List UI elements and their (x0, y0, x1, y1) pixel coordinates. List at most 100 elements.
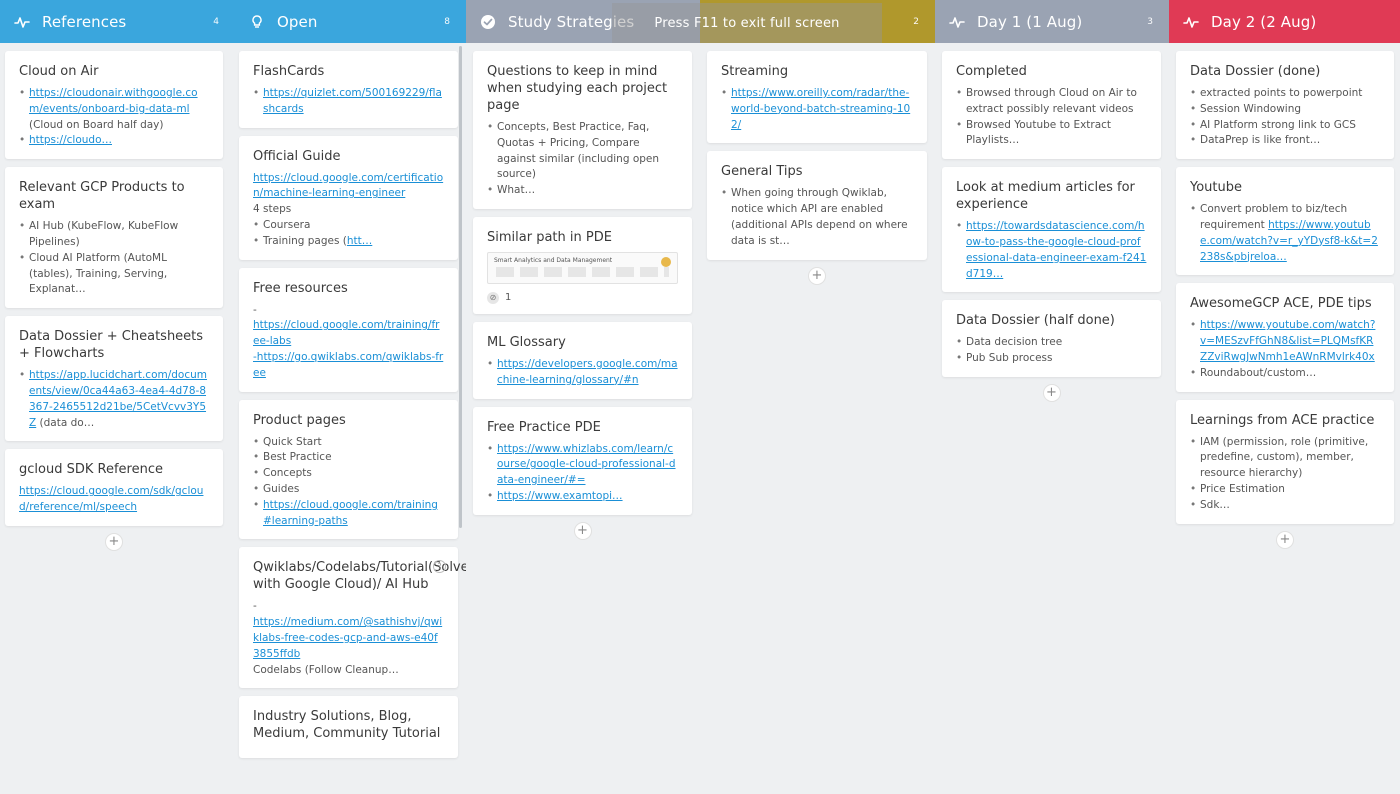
column-body: Cloud on Air https://cloudonair.withgoogl… (0, 43, 235, 794)
card-link[interactable]: -https://go.qwiklabs.com/qwiklabs-free (253, 350, 444, 382)
add-card-button[interactable]: + (106, 533, 122, 550)
column-scrollbar[interactable] (459, 46, 462, 528)
list-item: https://www.whizlabs.com/learn/course/go… (487, 442, 678, 489)
card[interactable]: Similar path in PDE Smart Analytics and D… (473, 216, 692, 314)
card-bullet-list: extracted points to powerpoint Session Wi… (1190, 86, 1380, 149)
card-text: - (253, 600, 257, 613)
column-count: 4 (213, 16, 219, 27)
add-card-button[interactable]: + (1277, 531, 1293, 548)
card-link[interactable]: https://cloudonair.withgoogle.com/events… (29, 87, 198, 115)
activity-icon (14, 16, 30, 28)
card-link[interactable]: https://www.whizlabs.com/learn/course/go… (497, 443, 676, 487)
card[interactable]: Cloud on Air https://cloudonair.withgoogl… (5, 51, 223, 160)
add-card-button[interactable]: + (574, 522, 591, 539)
card[interactable]: Data Dossier (half done) Data decision tr… (942, 300, 1161, 377)
card-title: Cloud on Air (19, 64, 99, 79)
card-title: Free resources (253, 280, 348, 296)
card-text: Concepts, Best Practice, Faq, Quotas + P… (497, 121, 660, 181)
card-bullet-list: https://towardsdatascience.com/how-to-pa… (956, 219, 1147, 282)
card[interactable]: Youtube Convert problem to biz/tech requi… (1176, 167, 1394, 276)
card-link[interactable]: https://cloud.google.com/certification/m… (253, 171, 444, 203)
card-text: Codelabs (Follow Cleanup… (253, 663, 399, 676)
card-text: Sdk… (1200, 498, 1230, 511)
card[interactable]: Completed Browsed through Cloud on Air to… (942, 51, 1161, 160)
card-text: Pub Sub process (966, 352, 1053, 365)
card[interactable]: Questions to keep in mind when studying … (473, 51, 692, 209)
card[interactable]: Relevant GCP Products to exam AI Hub (Kub… (5, 167, 223, 309)
card[interactable]: ML Glossary https://developers.google.com… (473, 321, 692, 399)
card-text: Roundabout/custom… (1200, 366, 1317, 379)
card-title: Data Dossier + Cheatsheets + Flowcharts (19, 329, 204, 362)
card-link[interactable]: https://developers.google.com/machine-le… (497, 358, 678, 386)
activity-icon (1183, 16, 1199, 28)
card-link[interactable]: https://medium.com/@sathishvj/qwiklabs-f… (253, 615, 444, 662)
card-link[interactable]: https://cloudo… (29, 134, 112, 146)
attachment-count: 1 (505, 292, 512, 304)
card[interactable]: Qwiklabs/Codelabs/Tutorial(Solve with Go… (239, 547, 466, 689)
card-title: Streaming (721, 64, 789, 79)
add-card-button[interactable]: + (1043, 384, 1060, 401)
card-link[interactable]: https://www.youtube.com/watch?v=MESzvFfG… (1200, 319, 1375, 363)
column-header[interactable]: Day 1 (1 Aug) 3 (935, 0, 1169, 43)
card-link[interactable]: https://cloud.google.com/training/free-l… (253, 318, 444, 350)
column-day-2: Day 2 (2 Aug) Data Dossier (done) extract… (1169, 0, 1400, 794)
list-item: When going through Qwiklab, notice which… (721, 186, 913, 249)
card[interactable]: Industry Solutions, Blog, Medium, Commun… (239, 696, 458, 759)
card[interactable]: gcloud SDK Reference https://cloud.google… (5, 449, 223, 526)
card-bullet-list: https://quizlet.com/500169229/flashcards (253, 86, 444, 118)
column-header[interactable]: References 4 (0, 0, 235, 43)
card[interactable]: Free Practice PDE https://www.whizlabs.co… (473, 406, 692, 515)
attachment-indicator[interactable]: ⊘ 1 (487, 291, 678, 304)
card-title: General Tips (721, 164, 803, 180)
card-bullet-list: Coursera Training pages (htt… (253, 218, 444, 250)
card[interactable]: Data Dossier (done) extracted points to p… (1176, 51, 1394, 160)
card-title: Completed (956, 64, 1027, 79)
card-text: AI Platform strong link to GCS (1200, 118, 1356, 131)
list-item: extracted points to powerpoint (1190, 86, 1380, 102)
list-item: Cloud AI Platform (AutoML (tables), Trai… (19, 251, 209, 298)
card-title: Official Guide (253, 148, 341, 164)
card[interactable]: Data Dossier + Cheatsheets + Flowcharts h… (5, 316, 223, 442)
card-link[interactable]: https://cloud.google.com/training#learni… (263, 499, 438, 527)
list-item: https://www.youtube.com/watch?v=MESzvFfG… (1190, 318, 1380, 365)
card-link[interactable]: htt… (347, 235, 372, 247)
column-header[interactable]: Day 2 (2 Aug) (1169, 0, 1400, 43)
column-header[interactable]: Open 8 (235, 0, 466, 43)
list-item: What… (487, 183, 678, 199)
card-link[interactable]: https://quizlet.com/500169229/flashcards (263, 87, 442, 115)
card-link[interactable]: https://www.oreilly.com/radar/the-world-… (731, 87, 910, 131)
list-item: Concepts (253, 466, 444, 482)
column-body: Completed Browsed through Cloud on Air to… (935, 43, 1169, 794)
card-link[interactable]: https://cloud.google.com/sdk/gcloud/refe… (19, 484, 209, 516)
list-item: https://developers.google.com/machine-le… (487, 357, 678, 389)
card[interactable]: FlashCards https://quizlet.com/500169229/… (239, 51, 458, 128)
card-title: FlashCards (253, 64, 325, 79)
card[interactable]: Look at medium articles for experience ht… (942, 167, 1161, 293)
card[interactable]: Free resources - https://cloud.google.com/… (239, 267, 458, 392)
add-card-button[interactable]: + (809, 267, 825, 284)
card-link[interactable]: https://towardsdatascience.com/how-to-pa… (966, 220, 1146, 279)
card-title: Industry Solutions, Blog, Medium, Commun… (253, 709, 441, 742)
list-item: Price Estimation (1190, 482, 1380, 498)
card[interactable]: Product pages Quick Start Best Practice Con… (239, 399, 458, 540)
card-link[interactable]: https://www.examtopi… (497, 490, 623, 502)
list-item: DataPrep is like front… (1190, 133, 1380, 149)
card-title: Free Practice PDE (487, 419, 601, 435)
thumbnail-caption: Smart Analytics and Data Management (494, 256, 613, 264)
card[interactable]: Streaming https://www.oreilly.com/radar/t… (707, 51, 927, 144)
list-item: https://quizlet.com/500169229/flashcards (253, 86, 444, 118)
card[interactable]: Learnings from ACE practice IAM (permissi… (1176, 399, 1394, 524)
list-item: Concepts, Best Practice, Faq, Quotas + P… (487, 120, 678, 183)
column-untitled: 2 Streaming https://www.oreilly.com/radar… (700, 0, 935, 794)
list-item: Browsed Youtube to Extract Playlists… (956, 118, 1147, 150)
card-title: Data Dossier (done) (1190, 64, 1321, 79)
card-title: Youtube (1190, 180, 1242, 196)
column-day-1: Day 1 (1 Aug) 3 Completed Browsed through… (935, 0, 1169, 794)
card[interactable]: AwesomeGCP ACE, PDE tips https://www.yout… (1176, 283, 1394, 392)
card-bullet-list: Data decision tree Pub Sub process (956, 335, 1147, 367)
card-image-thumbnail[interactable]: Smart Analytics and Data Management (487, 251, 678, 284)
card[interactable]: Official Guide https://cloud.google.com/c… (239, 135, 458, 260)
card[interactable]: General Tips When going through Qwiklab, … (707, 151, 927, 260)
card-text: IAM (permission, role (primitive, predef… (1200, 435, 1369, 480)
card-title: Product pages (253, 412, 346, 428)
